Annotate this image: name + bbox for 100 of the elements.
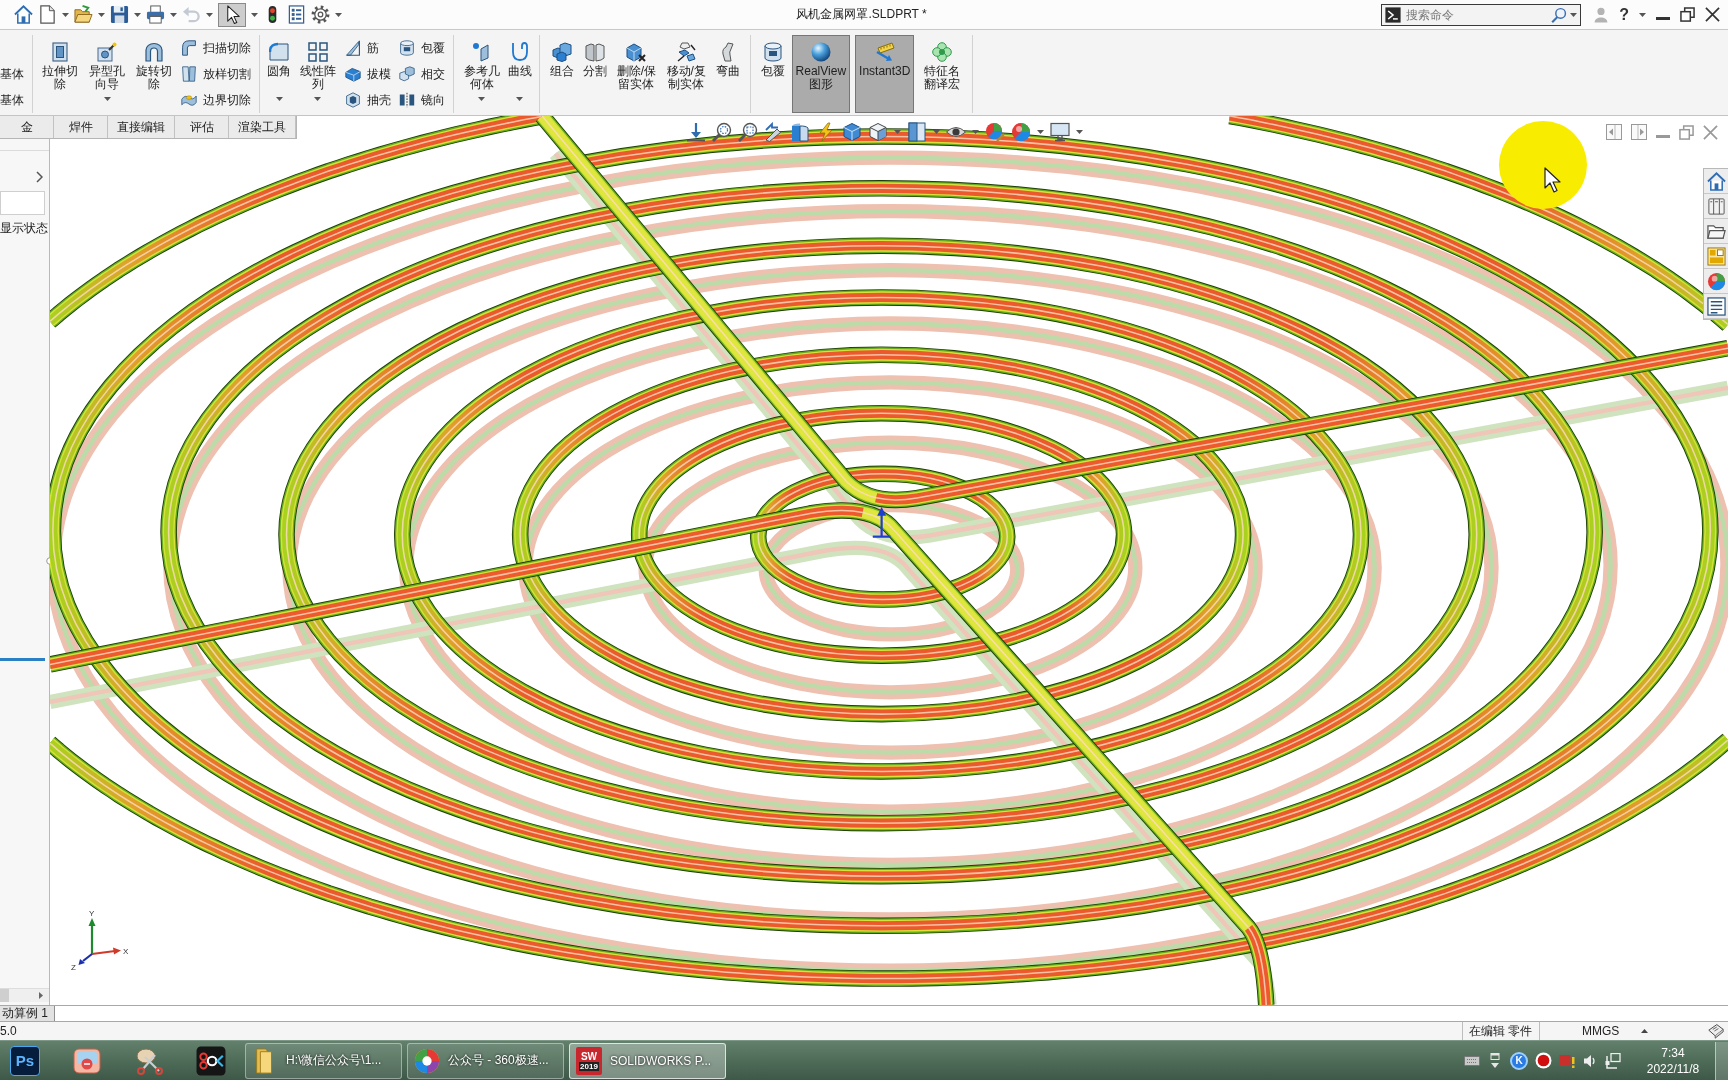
- scissors-icon[interactable]: [135, 1046, 163, 1075]
- taskbar-app-button[interactable]: Ps: [10, 1045, 40, 1076]
- ribbon-button[interactable]: 包覆: [396, 35, 449, 61]
- color-ball-icon[interactable]: [1011, 122, 1031, 142]
- ribbon-button[interactable]: Instant3D: [855, 35, 915, 113]
- caret-icon[interactable]: [972, 130, 979, 134]
- caret-icon[interactable]: [206, 12, 213, 17]
- ribbon-button[interactable]: 筋: [342, 35, 395, 61]
- magnifier-circle-icon[interactable]: [712, 122, 732, 142]
- cut-cylinder-icon[interactable]: [790, 122, 810, 142]
- ribbon-button[interactable]: 线性阵列: [295, 35, 341, 113]
- command-tab[interactable]: 评估: [175, 116, 229, 138]
- filter-field[interactable]: [0, 191, 45, 215]
- caret-icon[interactable]: [134, 12, 141, 17]
- chevron-right-icon[interactable]: [36, 171, 43, 183]
- units-label[interactable]: MMGS: [1582, 1022, 1620, 1040]
- search-icon[interactable]: [1551, 6, 1568, 23]
- caret-icon[interactable]: [1570, 12, 1578, 17]
- ribbon-button[interactable]: 旋转切除: [131, 35, 177, 113]
- caret-icon[interactable]: [1037, 130, 1044, 134]
- ribbon-button[interactable]: 扫描切除: [178, 35, 255, 61]
- motion-study-tab[interactable]: 动算例 1: [0, 1006, 55, 1021]
- caret-icon[interactable]: [1639, 12, 1646, 17]
- caret-icon[interactable]: [98, 12, 105, 17]
- palette-grid-icon[interactable]: [1706, 246, 1726, 266]
- list-icon[interactable]: [1706, 296, 1726, 316]
- color-ball-icon[interactable]: [1706, 271, 1726, 291]
- ribbon-button[interactable]: 抽壳: [342, 87, 395, 113]
- record-icon[interactable]: [1535, 1052, 1552, 1069]
- taskbar-window-button[interactable]: H:\微信公众号\1...: [245, 1042, 402, 1079]
- new-document-icon[interactable]: [38, 5, 57, 24]
- ribbon-button[interactable]: 圆角: [265, 35, 294, 113]
- arrow-to-line-icon[interactable]: [686, 122, 706, 142]
- ribbon-button[interactable]: 删除/保留实体: [614, 35, 659, 113]
- pencil-arrow-icon[interactable]: [764, 122, 784, 142]
- ribbon-button[interactable]: 特征名翻译宏: [919, 35, 965, 113]
- photo-album-icon[interactable]: [73, 1046, 101, 1075]
- command-tab[interactable]: 直接编辑: [108, 116, 175, 138]
- ribbon-button[interactable]: 基体: [0, 87, 27, 113]
- command-tab[interactable]: 渲染工具: [229, 116, 296, 138]
- ribbon-button[interactable]: 曲线: [506, 35, 534, 113]
- caret-up-icon[interactable]: [1641, 1029, 1649, 1033]
- ribbon-button[interactable]: 镜向: [396, 87, 449, 113]
- printer-icon[interactable]: [146, 5, 165, 24]
- scroll-right-icon[interactable]: [39, 992, 43, 999]
- restore-icon[interactable]: [1680, 7, 1695, 22]
- cube-warning-icon[interactable]: [1559, 1052, 1575, 1069]
- ribbon-button[interactable]: RealView图形: [791, 35, 851, 113]
- search-field[interactable]: 搜索命令: [1381, 3, 1582, 26]
- ribbon-button[interactable]: 放样切割: [178, 61, 255, 87]
- settings-icon[interactable]: [311, 5, 330, 24]
- clock-date[interactable]: 2022/11/8: [1646, 1060, 1700, 1077]
- caret-icon[interactable]: [933, 130, 940, 134]
- checklist-icon[interactable]: [287, 5, 306, 24]
- ribbon-button[interactable]: 弯曲: [713, 35, 742, 113]
- help-button[interactable]: ?: [1619, 5, 1629, 24]
- caret-icon[interactable]: [894, 130, 901, 134]
- ribbon-button[interactable]: 拔模: [342, 61, 395, 87]
- horizontal-scrollbar[interactable]: [0, 988, 49, 1002]
- window-caret-icon[interactable]: [1487, 1052, 1503, 1069]
- magnifier-square-icon[interactable]: [738, 122, 758, 142]
- home-icon[interactable]: [1706, 171, 1726, 191]
- monitor-icon[interactable]: [1050, 122, 1070, 142]
- open-folder-icon[interactable]: [74, 5, 93, 24]
- ribbon-button[interactable]: 边界切除: [178, 87, 255, 113]
- ribbon-button[interactable]: 包覆: [758, 35, 787, 113]
- ribbon-button[interactable]: 拉伸切除: [38, 35, 83, 113]
- ribbon-button[interactable]: 基体: [0, 61, 27, 87]
- color-ball-pencil-icon[interactable]: [985, 122, 1005, 142]
- recorder-app-icon[interactable]: [196, 1045, 226, 1076]
- command-tab[interactable]: 焊件: [54, 116, 108, 138]
- command-tab[interactable]: 金: [0, 116, 54, 138]
- cube-icon[interactable]: [842, 122, 862, 142]
- tray-app-button[interactable]: K: [1510, 1051, 1528, 1070]
- caret-icon[interactable]: [170, 12, 177, 17]
- ribbon-button[interactable]: 相交: [396, 61, 449, 87]
- binder-icon[interactable]: [1706, 196, 1726, 216]
- ribbon-button[interactable]: 分割: [581, 35, 609, 113]
- panel-right-icon[interactable]: [1631, 124, 1647, 140]
- select-button[interactable]: [218, 2, 246, 27]
- wireframe-cube-icon[interactable]: [868, 122, 888, 142]
- ribbon-button[interactable]: 异型孔向导: [84, 35, 130, 113]
- half-box-icon[interactable]: [907, 122, 927, 142]
- network-icon[interactable]: [1605, 1052, 1621, 1069]
- caret-icon[interactable]: [335, 12, 342, 17]
- show-desktop-button[interactable]: [1715, 1041, 1728, 1080]
- ribbon-button[interactable]: 参考几何体: [459, 35, 504, 113]
- caret-icon[interactable]: [1076, 130, 1083, 134]
- taskbar-window-button[interactable]: SW 2019 SOLIDWORKS P...: [569, 1042, 726, 1079]
- caret-icon[interactable]: [62, 12, 69, 17]
- clock-time[interactable]: 7:34: [1661, 1044, 1685, 1061]
- panel-left-icon[interactable]: [1606, 124, 1622, 140]
- close-icon[interactable]: [1705, 7, 1720, 22]
- home-icon[interactable]: [14, 5, 33, 24]
- speaker-icon[interactable]: [1582, 1052, 1598, 1069]
- ribbon-button[interactable]: 组合: [548, 35, 576, 113]
- taskbar-window-button[interactable]: 公众号 - 360极速...: [407, 1042, 564, 1079]
- caret-icon[interactable]: [251, 12, 258, 17]
- ribbon-button[interactable]: 移动/复制实体: [663, 35, 709, 113]
- tilted-box-icon[interactable]: [1708, 1023, 1724, 1039]
